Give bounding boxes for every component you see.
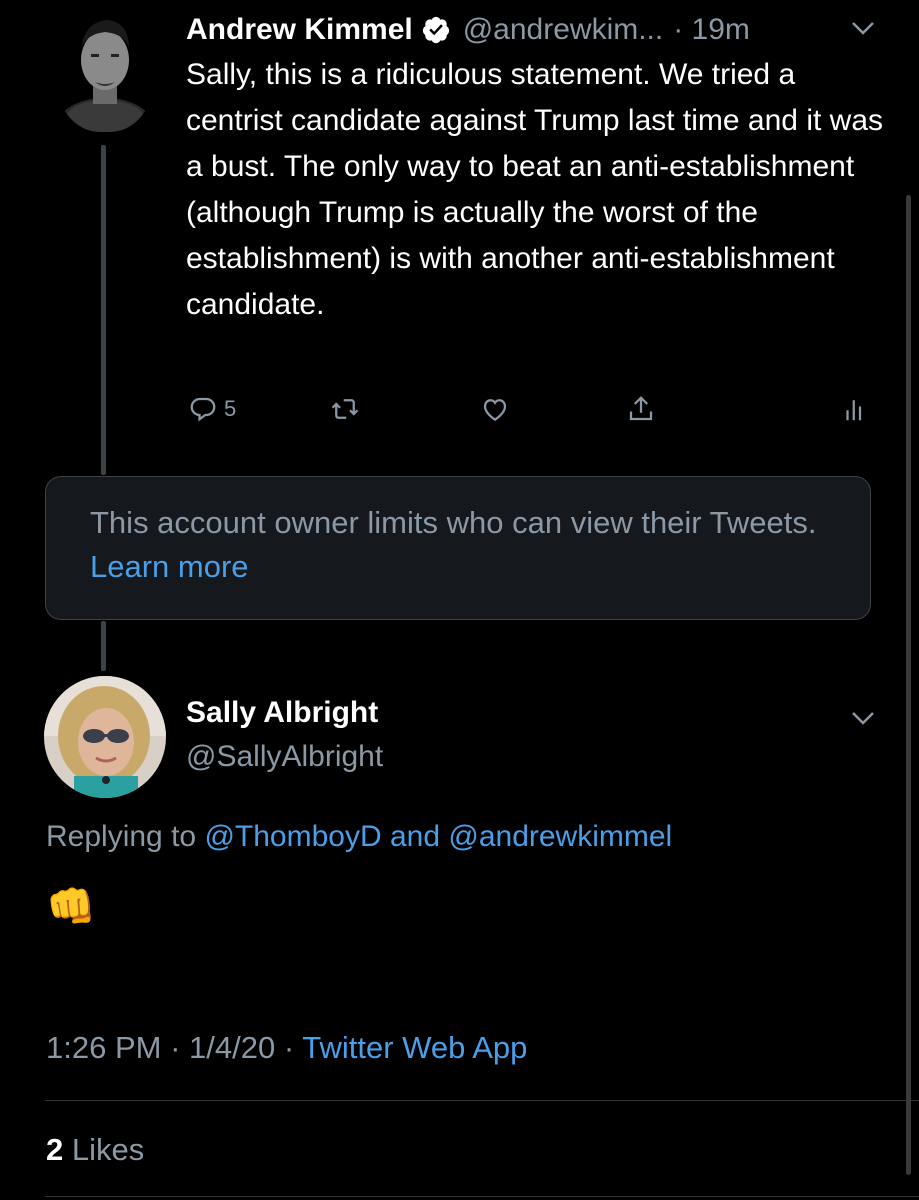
sally-handle[interactable]: @SallyAlbright	[186, 740, 383, 774]
replying-and: and	[389, 820, 441, 853]
mention-andrewkimmel[interactable]: @andrewkimmel	[448, 820, 672, 853]
reply-button[interactable]: 5	[188, 394, 236, 424]
analytics-icon	[846, 400, 862, 421]
share-icon	[629, 396, 653, 421]
like-button[interactable]	[480, 394, 510, 424]
sally-avatar[interactable]	[44, 676, 166, 798]
tweet2-source[interactable]: Twitter Web App	[302, 1030, 527, 1065]
tweet1-text: Sally, this is a ridiculous statement. W…	[186, 58, 884, 321]
share-button[interactable]	[626, 394, 656, 424]
tweet2-date: 1/4/20	[189, 1030, 276, 1065]
tweet2-meta: 1:26 PM · 1/4/20 · Twitter Web App	[46, 1030, 527, 1066]
mention-thomboyd[interactable]: @ThomboyD	[204, 820, 381, 853]
retweet-button[interactable]	[330, 394, 360, 424]
tweet1-time[interactable]: · 19m	[673, 13, 750, 47]
retweet-icon	[331, 399, 359, 419]
fist-emoji: 👊	[46, 885, 96, 929]
reply-count: 5	[224, 396, 237, 421]
likes-stat[interactable]: 2 Likes	[46, 1132, 144, 1168]
meta-separator: ·	[283, 1030, 295, 1065]
meta-separator: ·	[170, 1030, 181, 1065]
reply-icon	[190, 397, 216, 422]
tweet2-body: 👊	[46, 882, 96, 932]
chevron-down-icon[interactable]	[850, 708, 876, 728]
tweet1-header: Andrew Kimmel @andrewkim... · 19m	[186, 10, 886, 50]
thread-line-bottom	[101, 621, 106, 671]
andrew-handle[interactable]: @andrewkim...	[463, 13, 664, 47]
replying-to: Replying to @ThomboyD and @andrewkimmel	[46, 820, 672, 854]
andrew-avatar[interactable]	[55, 8, 155, 132]
tweet2-time: 1:26 PM	[46, 1030, 162, 1065]
replying-prefix: Replying to	[46, 820, 197, 853]
verified-icon	[421, 15, 451, 45]
learn-more-link[interactable]: Learn more	[90, 549, 249, 584]
divider	[45, 1196, 919, 1197]
analytics-button[interactable]	[840, 394, 870, 424]
andrew-name[interactable]: Andrew Kimmel	[186, 13, 413, 47]
avatar-image	[55, 8, 155, 132]
likes-label: Likes	[71, 1132, 145, 1167]
avatar-image	[44, 676, 166, 798]
divider	[45, 1100, 919, 1101]
likes-count: 2	[46, 1132, 64, 1167]
scrollbar[interactable]	[906, 195, 911, 1175]
like-icon	[483, 399, 507, 421]
notice-text: This account owner limits who can view t…	[90, 505, 817, 540]
limited-visibility-notice: This account owner limits who can view t…	[45, 476, 871, 620]
thread-line-top	[101, 145, 106, 475]
chevron-down-icon[interactable]	[850, 18, 876, 38]
sally-name[interactable]: Sally Albright	[186, 696, 378, 730]
